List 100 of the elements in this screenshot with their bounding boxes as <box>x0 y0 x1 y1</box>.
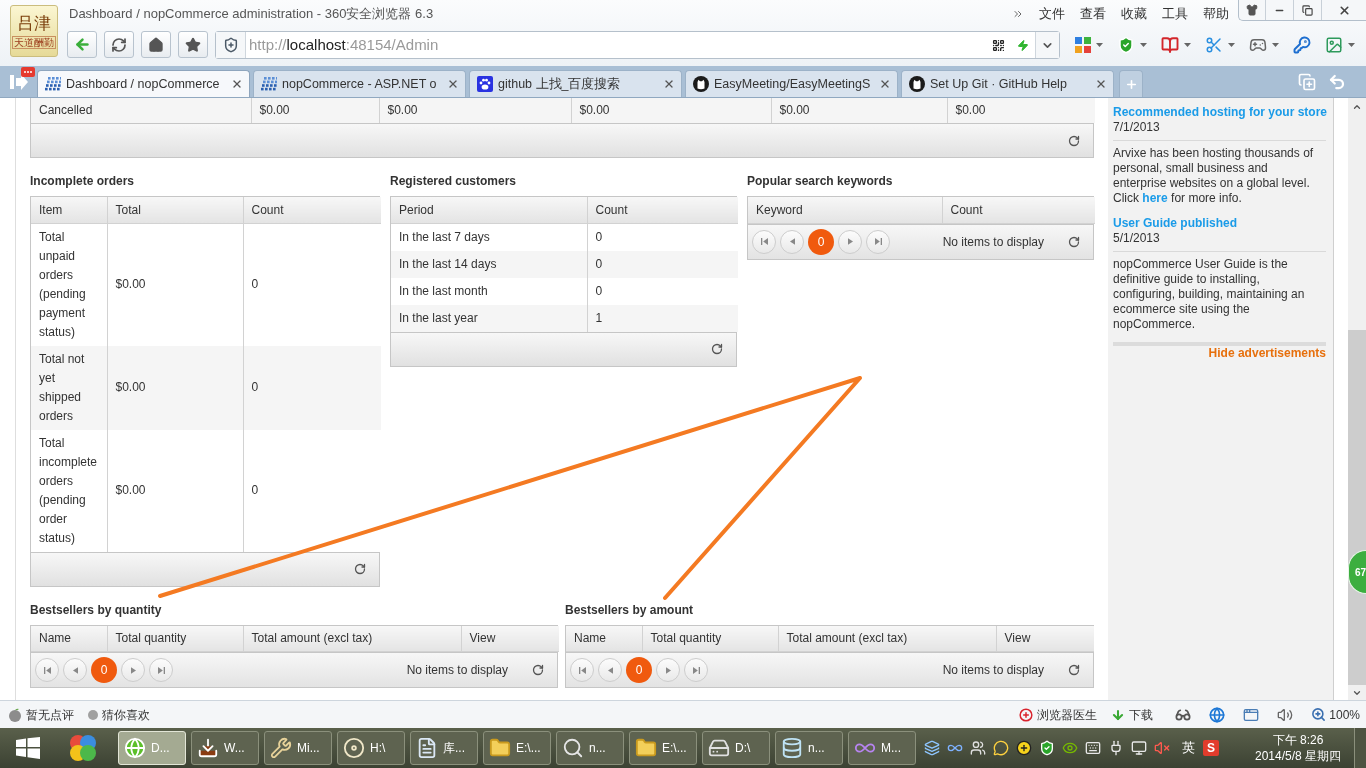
dropdown-button[interactable] <box>1035 32 1059 58</box>
taskbar-button[interactable]: n... <box>556 731 624 765</box>
page-button[interactable]: 0 <box>808 228 834 255</box>
page-button[interactable]: 0 <box>626 657 652 683</box>
section-title: Bestsellers by amount <box>565 602 695 618</box>
bar-triangle-left-icon <box>43 666 51 674</box>
last-page-button[interactable] <box>866 229 890 254</box>
taskbar-button[interactable]: n... <box>775 731 843 765</box>
chat-icon[interactable] <box>993 740 1009 756</box>
scissors-icon[interactable] <box>1205 36 1223 54</box>
triangle-bar-right-icon <box>874 238 882 245</box>
last-page-button[interactable] <box>149 658 173 682</box>
caret-icon[interactable] <box>1140 43 1147 47</box>
lightning-icon[interactable] <box>1017 37 1029 53</box>
close-icon[interactable] <box>879 78 891 90</box>
browser-tab[interactable]: EasyMeeting/EasyMeetingS <box>685 70 898 97</box>
book-icon[interactable] <box>1161 36 1179 54</box>
double-chevron-icon[interactable] <box>1012 8 1024 20</box>
menu-item[interactable]: 收藏 <box>1121 5 1147 23</box>
taskbar-button[interactable]: M... <box>848 731 916 765</box>
refresh-icon[interactable] <box>711 343 723 355</box>
menu-item[interactable]: 帮助 <box>1203 5 1229 23</box>
input-mode[interactable]: 英 <box>1182 738 1195 758</box>
close-icon[interactable] <box>231 78 243 90</box>
plus-circle-icon[interactable] <box>1016 740 1032 756</box>
users-icon[interactable] <box>970 740 986 756</box>
color-ball-icon[interactable] <box>67 733 98 763</box>
image-icon[interactable] <box>1325 36 1343 54</box>
table-cell: $0.00 <box>107 223 243 346</box>
first-page-button[interactable] <box>570 658 594 682</box>
scrollbar-thumb[interactable] <box>1348 330 1366 685</box>
speaker-icon[interactable] <box>1277 706 1294 723</box>
status-item[interactable]: 浏览器医生 <box>1037 705 1098 724</box>
refresh-icon[interactable] <box>532 664 544 676</box>
browser-tab[interactable]: nopCommerce - ASP.NET o <box>253 70 466 97</box>
browser-tab[interactable]: github 上找_百度搜索 <box>469 70 682 97</box>
zoom-level[interactable]: 100% <box>1329 705 1360 724</box>
gamepad-icon[interactable] <box>1249 36 1267 54</box>
taskbar-button[interactable]: D:\ <box>702 731 770 765</box>
monitor-icon[interactable] <box>1131 740 1147 756</box>
status-item[interactable]: 猜你喜欢 <box>102 705 150 724</box>
caret-icon[interactable] <box>1272 43 1279 47</box>
first-page-button[interactable] <box>752 229 776 254</box>
key-icon[interactable] <box>1293 36 1311 54</box>
menu-item[interactable]: 工具 <box>1162 5 1188 23</box>
menu-item[interactable]: 文件 <box>1039 5 1065 23</box>
eye-icon[interactable] <box>1062 740 1078 756</box>
status-item[interactable]: 下载 <box>1129 705 1154 724</box>
paw-icon <box>477 76 493 92</box>
column-header: Total amount (excl tax) <box>778 625 996 652</box>
status-item[interactable]: 暂无点评 <box>26 705 74 724</box>
refresh-icon[interactable] <box>354 563 366 575</box>
input-method-button[interactable]: S <box>1203 740 1219 756</box>
plug-icon[interactable] <box>1108 740 1124 756</box>
refresh-icon[interactable] <box>1068 235 1080 248</box>
previous-page-button[interactable] <box>63 658 87 682</box>
browser-tab[interactable]: Set Up Git · GitHub Help <box>901 70 1114 97</box>
security-button[interactable] <box>216 32 246 58</box>
qr-code-icon[interactable] <box>992 38 1005 52</box>
refresh-icon[interactable] <box>1068 134 1080 147</box>
taskbar-button[interactable]: H:\ <box>337 731 405 765</box>
windows-logo-icon[interactable] <box>15 737 40 759</box>
caret-icon[interactable] <box>1348 43 1355 47</box>
close-icon[interactable] <box>1095 78 1107 90</box>
menu-item[interactable]: 查看 <box>1080 5 1106 23</box>
window-icon[interactable] <box>1243 706 1260 723</box>
taskbar-button[interactable]: 库... <box>410 731 478 765</box>
next-page-button[interactable] <box>121 658 145 682</box>
mute-icon[interactable] <box>1154 740 1170 756</box>
caret-icon[interactable] <box>1096 43 1103 47</box>
taskbar-button[interactable]: W... <box>191 731 259 765</box>
reload-button[interactable] <box>104 31 134 58</box>
caret-icon[interactable] <box>1228 43 1235 47</box>
globe-icon <box>124 737 146 759</box>
refresh-icon[interactable] <box>1068 664 1080 676</box>
dot-grid-icon <box>45 77 61 91</box>
globe-icon[interactable] <box>1209 706 1226 723</box>
address-bar[interactable]: http://localhost:48154/Admin <box>215 31 1060 59</box>
back-button[interactable] <box>67 31 97 58</box>
browser-tab[interactable]: Dashboard / nopCommerce <box>37 70 250 97</box>
stack-icon[interactable] <box>924 740 940 756</box>
caret-icon[interactable] <box>1184 43 1191 47</box>
shield-icon[interactable] <box>1039 740 1055 756</box>
medical-cross-icon[interactable] <box>1019 707 1034 722</box>
taskbar-button[interactable]: E:\... <box>629 731 697 765</box>
sidebar-arrow-icon[interactable] <box>10 73 28 90</box>
zoom-icon[interactable] <box>1311 707 1327 722</box>
favorite-button[interactable] <box>178 31 208 58</box>
keyboard-icon[interactable] <box>1085 740 1101 756</box>
taskbar-button[interactable]: E:\... <box>483 731 551 765</box>
page-button[interactable]: 0 <box>91 657 117 683</box>
close-icon[interactable] <box>447 78 459 90</box>
first-page-button[interactable] <box>35 658 59 682</box>
home-button[interactable] <box>141 31 171 58</box>
last-page-button[interactable] <box>684 658 708 682</box>
previous-page-button[interactable] <box>598 658 622 682</box>
next-page-button[interactable] <box>656 658 680 682</box>
close-icon[interactable] <box>663 78 675 90</box>
taskbar-button[interactable]: Mi... <box>264 731 332 765</box>
app-grid-icon[interactable] <box>1075 37 1091 53</box>
